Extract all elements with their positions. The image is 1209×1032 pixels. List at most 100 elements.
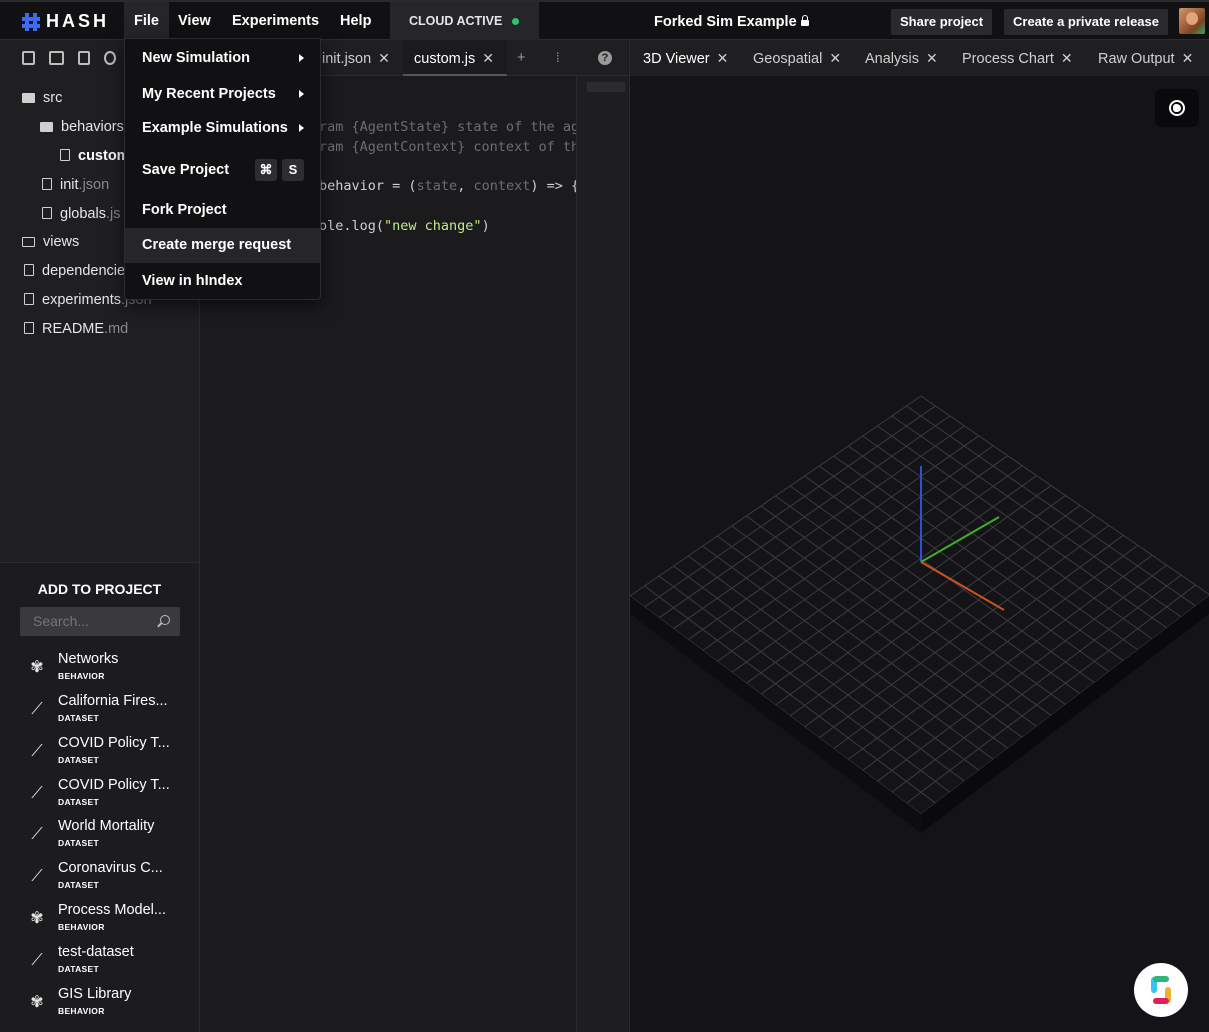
shortcut-s-key: S	[282, 159, 304, 181]
tree-file-globals[interactable]: globals.js	[42, 200, 120, 228]
tree-label: experiments	[42, 292, 121, 308]
tab-analysis[interactable]: Analysis ✕	[865, 40, 938, 76]
menu-item-label: View in hIndex	[142, 273, 243, 289]
library-item[interactable]: ⟋ COVID Policy T... DATASET	[0, 735, 199, 777]
menu-help[interactable]: Help	[330, 2, 381, 40]
tree-file-custom[interactable]: custom	[60, 142, 130, 170]
search-files-icon[interactable]	[104, 51, 116, 65]
grid-line	[658, 575, 951, 793]
close-icon[interactable]: ✕	[926, 50, 938, 66]
tree-file-dependencies[interactable]: dependencie	[24, 257, 125, 285]
menu-item-create-merge-request[interactable]: Create merge request	[125, 228, 320, 263]
library-item-name: California Fires...	[58, 693, 168, 709]
trend-icon: ⟋	[31, 868, 43, 885]
library-item-type: DATASET	[58, 838, 99, 848]
tab-3d-viewer[interactable]: 3D Viewer ✕	[643, 40, 728, 76]
close-icon[interactable]: ✕	[1061, 50, 1073, 66]
brain-icon: ✾	[30, 994, 44, 1011]
tab-custom-js[interactable]: custom.js ✕	[403, 40, 507, 76]
3d-grid-canvas[interactable]	[630, 76, 1209, 1032]
menu-item-recent-projects[interactable]: My Recent Projects	[125, 77, 320, 111]
share-project-button[interactable]: Share project	[891, 9, 993, 35]
add-to-project-title: ADD TO PROJECT	[37, 581, 162, 597]
library-item[interactable]: ⟋ World Mortality DATASET	[0, 818, 199, 860]
status-dot-icon	[512, 18, 520, 26]
menu-view[interactable]: View	[168, 2, 221, 40]
code-line: behavior = (state, context) => {	[319, 178, 580, 194]
menu-item-view-in-hindex[interactable]: View in hIndex	[125, 264, 320, 298]
globe-icon	[1169, 100, 1185, 116]
file-icon	[42, 178, 52, 190]
cloud-status[interactable]: CLOUD ACTIVE	[390, 2, 539, 40]
file-icon	[60, 149, 70, 161]
grid-line	[891, 574, 1182, 793]
menu-experiments[interactable]: Experiments	[222, 2, 329, 40]
tab-process-chart[interactable]: Process Chart ✕	[962, 40, 1073, 76]
run-icon[interactable]: ⁞	[556, 40, 560, 76]
code-minimap[interactable]	[576, 76, 628, 1032]
avatar[interactable]	[1179, 8, 1205, 34]
tree-file-readme[interactable]: README.md	[24, 315, 128, 343]
library-item-type: DATASET	[58, 755, 99, 765]
create-release-button[interactable]: Create a private release	[1004, 9, 1168, 35]
library-item[interactable]: ✾ Process Model... BEHAVIOR	[0, 902, 199, 944]
close-icon[interactable]: ✕	[378, 50, 390, 66]
add-tab-icon[interactable]: +	[517, 40, 525, 76]
library-item-type: DATASET	[58, 797, 99, 807]
library-item[interactable]: ⟋ California Fires... DATASET	[0, 693, 199, 735]
tab-label: Analysis	[865, 51, 919, 67]
tab-geospatial[interactable]: Geospatial ✕	[753, 40, 841, 76]
tree-folder-behaviors[interactable]: behaviors	[40, 113, 124, 141]
hash-logo[interactable]: HASH	[22, 11, 109, 32]
grid-line	[906, 584, 1196, 804]
tab-label: Geospatial	[753, 51, 823, 67]
menu-item-fork-project[interactable]: Fork Project	[125, 193, 320, 227]
folder-open-icon	[22, 93, 35, 103]
menu-file[interactable]: File	[124, 2, 169, 40]
search-icon[interactable]	[160, 615, 170, 625]
library-item[interactable]: ⟋ Coronavirus C... DATASET	[0, 860, 199, 902]
tree-file-init[interactable]: init.json	[42, 171, 109, 199]
tab-label: custom.js	[414, 51, 476, 67]
code-line: ram {AgentState} state of the age	[319, 119, 588, 135]
tree-folder-src[interactable]: src	[22, 84, 62, 112]
library-item-name: World Mortality	[58, 818, 155, 834]
library-item[interactable]: ✾ Networks BEHAVIOR	[0, 651, 199, 693]
tab-raw-output[interactable]: Raw Output ✕	[1098, 40, 1193, 76]
menu-item-label: Fork Project	[142, 202, 227, 218]
close-icon[interactable]: ✕	[482, 50, 494, 66]
menu-item-example-simulations[interactable]: Example Simulations	[125, 111, 320, 145]
library-search-input[interactable]	[20, 607, 180, 636]
chevron-right-icon	[299, 90, 304, 98]
hash-logo-icon	[22, 12, 40, 31]
slack-chat-button[interactable]	[1134, 963, 1188, 1017]
library-item-type: BEHAVIOR	[58, 1006, 105, 1016]
library-item[interactable]: ✾ GIS Library BEHAVIOR	[0, 986, 199, 1028]
new-file-icon[interactable]	[22, 51, 35, 65]
tab-init-json[interactable]: init.json ✕	[318, 40, 403, 76]
library-item-name: Process Model...	[58, 902, 166, 918]
trend-icon: ⟋	[31, 743, 43, 760]
new-folder-icon[interactable]	[49, 51, 64, 65]
library-item-name: COVID Policy T...	[58, 735, 170, 751]
menu-item-save-project[interactable]: Save Project ⌘ S	[125, 153, 320, 187]
close-icon[interactable]: ✕	[717, 50, 729, 66]
help-icon[interactable]: ?	[598, 51, 612, 65]
file-icon	[24, 322, 34, 334]
library-item-type: BEHAVIOR	[58, 671, 105, 681]
file-icon	[42, 207, 52, 219]
close-icon[interactable]: ✕	[829, 50, 841, 66]
tree-ext: .json	[78, 177, 110, 193]
tree-ext: .js	[105, 206, 121, 222]
trend-icon: ⟋	[31, 826, 43, 843]
globe-toggle-button[interactable]	[1155, 89, 1199, 127]
tree-label: dependencie	[42, 263, 126, 279]
menu-item-new-simulation[interactable]: New Simulation	[125, 41, 320, 75]
import-icon[interactable]	[78, 51, 90, 65]
menu-item-label: Save Project	[142, 162, 230, 178]
file-icon	[24, 293, 34, 305]
close-icon[interactable]: ✕	[1182, 50, 1194, 66]
library-item[interactable]: ⟋ COVID Policy T... DATASET	[0, 777, 199, 819]
tree-folder-views[interactable]: views	[22, 228, 79, 256]
library-item[interactable]: ⟋ test-dataset DATASET	[0, 944, 199, 986]
